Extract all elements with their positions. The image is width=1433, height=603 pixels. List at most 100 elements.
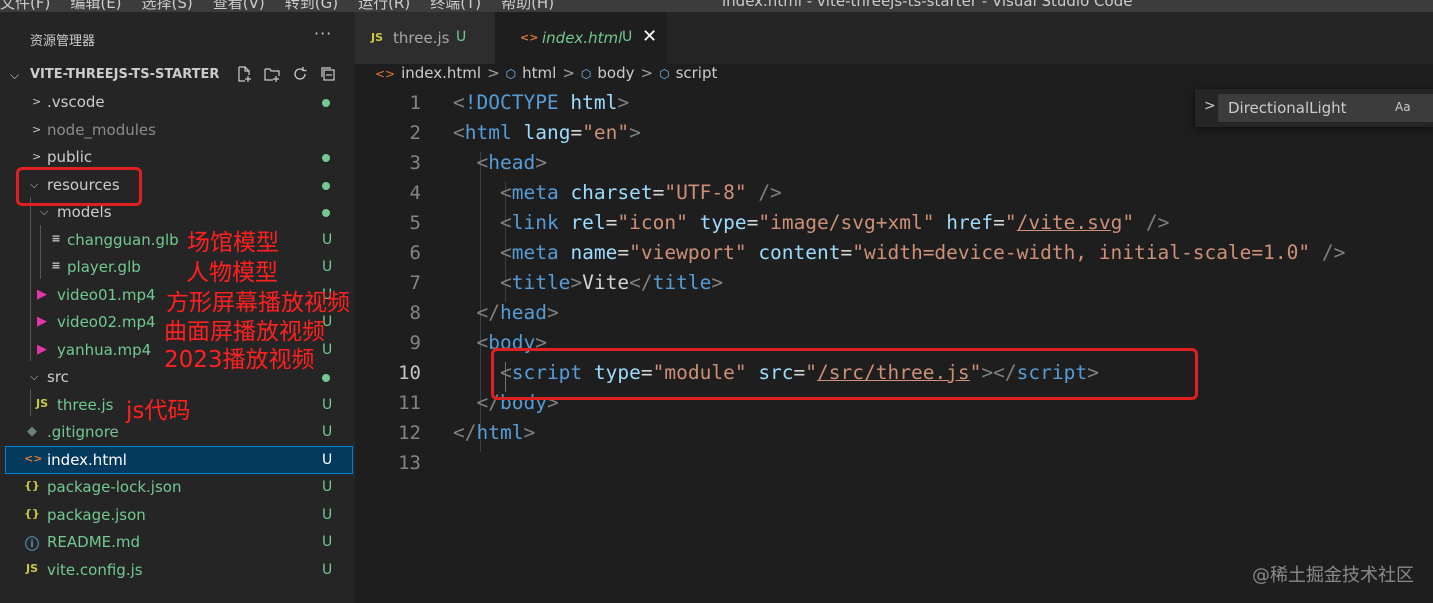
untracked-dot-icon — [322, 374, 330, 382]
status-badge: U — [322, 397, 333, 413]
tab-index-html[interactable]: <> index.html U ✕ — [495, 12, 667, 64]
tree-file-changguan[interactable]: ≡ changguan.glb U — [6, 227, 352, 253]
breadcrumb-item[interactable]: html — [522, 64, 556, 82]
untracked-dot-icon — [322, 182, 330, 190]
explorer-actions — [236, 66, 343, 86]
workspace-root-label: VITE-THREEJS-TS-STARTER — [30, 67, 220, 82]
chevron-down-icon: ⌵ — [10, 68, 20, 82]
annotation-changguan: 场馆模型 — [187, 230, 279, 256]
menu-help[interactable]: 帮助(H) — [501, 0, 554, 12]
match-case-icon[interactable]: Aa — [1395, 100, 1411, 114]
line-number: 7 — [409, 272, 421, 294]
video-play-icon: ▶ — [37, 287, 47, 302]
code-line: </head> — [476, 301, 559, 324]
html-file-icon: <> — [520, 31, 539, 44]
code-editor[interactable]: 1 2 3 4 5 6 7 8 9 10 11 12 13 <!DOCTYPE … — [355, 88, 1433, 603]
chevron-down-icon: ⌵ — [40, 205, 49, 218]
status-badge: U — [322, 259, 333, 275]
html-file-icon: <> — [375, 67, 396, 81]
menu-view[interactable]: 查看(V) — [213, 0, 265, 12]
git-diamond-icon: ◆ — [27, 424, 37, 439]
find-input-value: DirectionalLight — [1228, 99, 1347, 117]
menu-go[interactable]: 转到(G) — [285, 0, 338, 12]
line-number: 10 — [398, 362, 421, 384]
annotation-threejs: js代码 — [126, 398, 191, 424]
code-line: <head> — [476, 151, 547, 174]
symbol-element-icon: ⬡ — [505, 67, 517, 81]
video-play-icon: ▶ — [37, 342, 47, 357]
line-number: 1 — [409, 92, 421, 114]
tab-three-js[interactable]: JS three.js U — [355, 12, 495, 64]
chevron-right-icon: > — [562, 64, 575, 82]
chevron-right-icon[interactable]: > — [1204, 98, 1216, 114]
line-number: 8 — [409, 302, 421, 324]
symbol-element-icon: ⬡ — [580, 67, 592, 81]
close-icon[interactable]: ✕ — [642, 26, 657, 47]
line-number: 4 — [409, 182, 421, 204]
html-file-icon: <> — [24, 452, 43, 465]
chevron-right-icon: > — [32, 123, 42, 136]
javascript-file-icon: JS — [35, 397, 48, 410]
tree-file-player[interactable]: ≡ player.glb U — [6, 254, 352, 280]
chevron-right-icon: > — [487, 64, 500, 82]
tree-folder-vscode[interactable]: > .vscode — [6, 89, 352, 115]
status-badge: U — [322, 424, 333, 440]
menu-file[interactable]: 文件(F) — [0, 0, 50, 12]
tree-folder-node-modules[interactable]: > node_modules — [6, 117, 352, 143]
resources-highlight-box — [16, 167, 142, 206]
status-badge: U — [322, 562, 333, 578]
status-badge: U — [322, 232, 333, 248]
status-badge: U — [322, 507, 333, 523]
tree-file-package-json[interactable]: {} package.json U — [6, 502, 352, 528]
json-file-icon: {} — [24, 479, 40, 492]
breadcrumb-item[interactable]: index.html — [401, 64, 481, 82]
file-lines-icon: ≡ — [51, 259, 61, 272]
tree-file-vite-config[interactable]: JS vite.config.js U — [6, 557, 352, 583]
status-badge: U — [322, 452, 333, 468]
refresh-icon[interactable] — [292, 66, 308, 82]
code-line: <meta charset="UTF-8" /> — [499, 181, 782, 204]
new-file-icon[interactable] — [236, 66, 252, 82]
code-line: <title>Vite</title> — [499, 271, 724, 294]
find-input[interactable]: DirectionalLight Aa — [1218, 94, 1433, 122]
more-actions-icon[interactable]: ··· — [314, 24, 332, 43]
untracked-dot-icon — [322, 154, 330, 162]
breadcrumb-item[interactable]: body — [597, 64, 634, 82]
editor-tab-bar: JS three.js U <> index.html U ✕ — [355, 12, 1433, 64]
tree-file-package-lock[interactable]: {} package-lock.json U — [6, 474, 352, 500]
code-line: <!DOCTYPE html> — [453, 91, 630, 114]
chevron-down-icon: ⌵ — [30, 370, 39, 383]
breadcrumb-item[interactable]: script — [676, 64, 718, 82]
menu-edit[interactable]: 编辑(E) — [70, 0, 121, 12]
window-title: index.html - vite-threejs-ts-starter - V… — [722, 0, 1133, 10]
breadcrumb: <> index.html > ⬡ html > ⬡ body > ⬡ script — [375, 64, 717, 86]
line-number: 3 — [409, 152, 421, 174]
chevron-right-icon: > — [640, 64, 654, 82]
code-line: <meta name="viewport" content="width=dev… — [499, 241, 1346, 264]
line-number: 13 — [398, 452, 421, 474]
json-file-icon: {} — [24, 507, 40, 520]
code-line: <link rel="icon" type="image/svg+xml" hr… — [499, 211, 1170, 234]
tree-file-readme[interactable]: ⓘ README.md U — [6, 529, 352, 555]
collapse-all-icon[interactable] — [320, 66, 336, 82]
menu-terminal[interactable]: 终端(T) — [430, 0, 481, 12]
status-badge: U — [322, 479, 333, 495]
line-number: 9 — [409, 332, 421, 354]
menu-selection[interactable]: 选择(S) — [142, 0, 193, 12]
script-line-highlight-box — [491, 348, 1198, 400]
find-widget: > DirectionalLight Aa — [1195, 89, 1433, 127]
new-folder-icon[interactable] — [264, 66, 280, 82]
tree-file-index-html[interactable]: <> index.html U — [5, 446, 353, 474]
menu-bar: 文件(F) 编辑(E) 选择(S) 查看(V) 转到(G) 运行(R) 终端(T) 帮助(H) — [0, 0, 574, 12]
untracked-dot-icon — [322, 99, 330, 107]
watermark: @稀土掘金技术社区 — [1252, 565, 1414, 586]
video-play-icon: ▶ — [37, 314, 47, 329]
javascript-file-icon: JS — [25, 562, 38, 575]
untracked-dot-icon — [322, 209, 330, 217]
file-lines-icon: ≡ — [51, 232, 61, 245]
title-bar: 文件(F) 编辑(E) 选择(S) 查看(V) 转到(G) 运行(R) 终端(T) 帮助(H)… — [0, 0, 1433, 12]
line-number: 12 — [398, 422, 421, 444]
menu-run[interactable]: 运行(R) — [358, 0, 410, 12]
info-icon: ⓘ — [25, 537, 39, 553]
status-badge: U — [322, 534, 333, 550]
